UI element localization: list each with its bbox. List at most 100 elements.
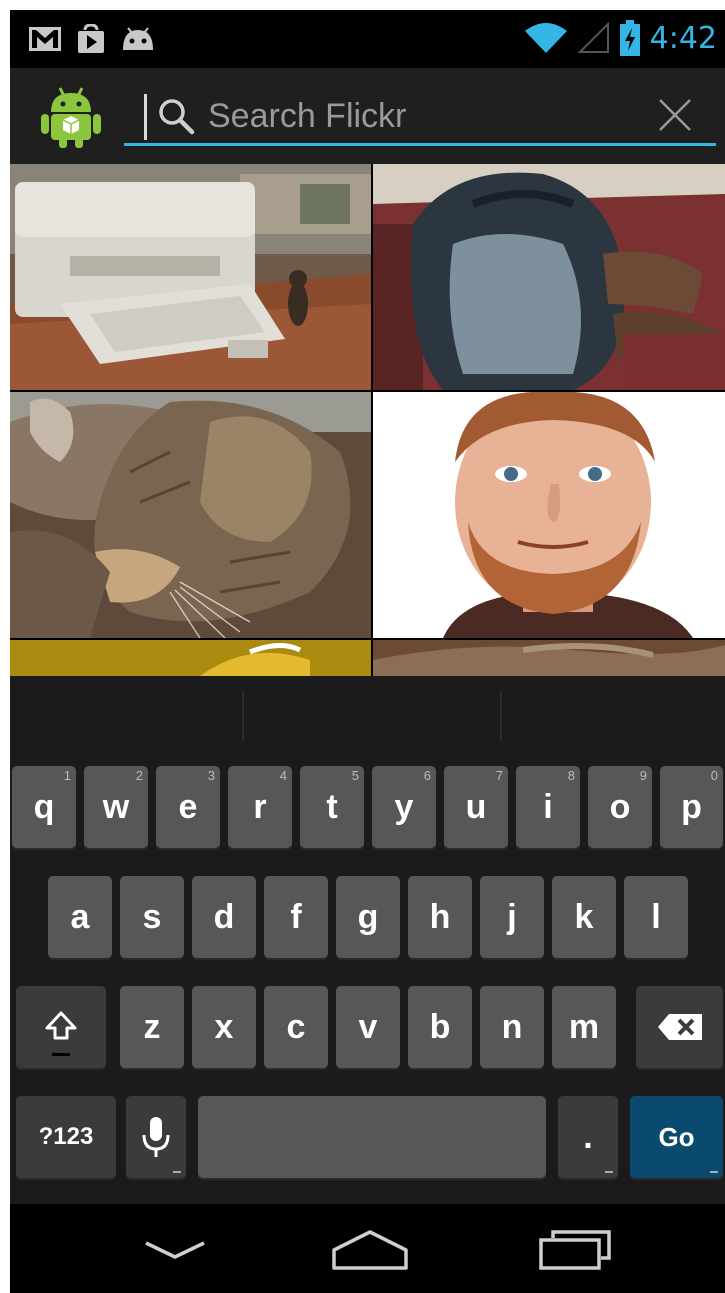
- key-l[interactable]: l: [624, 876, 688, 958]
- key-label: l: [651, 897, 661, 936]
- suggestion-strip: [10, 676, 725, 756]
- key-label: .: [583, 1117, 593, 1156]
- signal-icon: [577, 22, 609, 53]
- back-icon: [145, 1241, 205, 1259]
- photo-tile-man[interactable]: [373, 392, 725, 638]
- recent-apps-icon: [539, 1230, 611, 1270]
- key-label: x: [214, 1007, 234, 1046]
- key-a[interactable]: a: [48, 876, 112, 958]
- key-label: z: [143, 1007, 161, 1046]
- cat2-photo: [373, 640, 725, 676]
- key-label: u: [465, 787, 487, 826]
- shift-key[interactable]: [16, 986, 106, 1068]
- key-z[interactable]: z: [120, 986, 184, 1068]
- close-icon[interactable]: [656, 96, 694, 134]
- symbols-key[interactable]: ?123: [16, 1096, 116, 1178]
- key-label: i: [543, 787, 553, 826]
- key-q[interactable]: q1: [12, 766, 76, 848]
- key-d[interactable]: d: [192, 876, 256, 958]
- key-label: h: [429, 897, 451, 936]
- key-hint: 9: [639, 768, 647, 783]
- key-m[interactable]: m: [552, 986, 616, 1068]
- photo-grid: [10, 164, 725, 676]
- key-e[interactable]: e3: [156, 766, 220, 848]
- key-f[interactable]: f: [264, 876, 328, 958]
- key-label: m: [568, 1007, 600, 1046]
- recent-apps-button[interactable]: [530, 1222, 620, 1278]
- key-corner-mark: [710, 1171, 718, 1173]
- key-label: o: [609, 787, 631, 826]
- key-v[interactable]: v: [336, 986, 400, 1068]
- key-hint: 3: [207, 768, 215, 783]
- action-bar: [10, 68, 725, 164]
- key-u[interactable]: u7: [444, 766, 508, 848]
- key-t[interactable]: t5: [300, 766, 364, 848]
- key-o[interactable]: o9: [588, 766, 652, 848]
- wifi-icon: [524, 23, 567, 53]
- battery-charging-icon: [619, 20, 640, 56]
- key-r[interactable]: r4: [228, 766, 292, 848]
- key-label: f: [290, 897, 302, 936]
- key-corner-mark: [173, 1171, 181, 1173]
- search-icon: [159, 99, 195, 135]
- key-label: ?123: [38, 1123, 94, 1150]
- key-label: t: [326, 787, 338, 826]
- key-label: b: [429, 1007, 451, 1046]
- suggestion-divider: [242, 690, 244, 742]
- printer-photo: [10, 164, 371, 390]
- yellow-photo: [10, 640, 371, 676]
- go-key[interactable]: Go: [630, 1096, 723, 1178]
- key-x[interactable]: x: [192, 986, 256, 1068]
- key-label: s: [142, 897, 162, 936]
- search-field[interactable]: [124, 86, 716, 146]
- key-label: a: [70, 897, 90, 936]
- key-hint: 0: [710, 768, 718, 783]
- key-s[interactable]: s: [120, 876, 184, 958]
- home-button[interactable]: [325, 1222, 415, 1278]
- photo-tile-cat2[interactable]: [373, 640, 725, 676]
- key-corner-mark: [605, 1171, 613, 1173]
- key-label: g: [357, 897, 379, 936]
- play-store-icon: [78, 24, 104, 53]
- photo-tile-yellow[interactable]: [10, 640, 371, 676]
- key-n[interactable]: n: [480, 986, 544, 1068]
- key-i[interactable]: i8: [516, 766, 580, 848]
- key-label: y: [394, 787, 414, 826]
- photo-tile-backpack[interactable]: [373, 164, 725, 390]
- backspace-key[interactable]: [636, 986, 723, 1068]
- key-label: d: [213, 897, 235, 936]
- key-hint: 7: [495, 768, 503, 783]
- key-c[interactable]: c: [264, 986, 328, 1068]
- key-hint: 6: [423, 768, 431, 783]
- voice-input-key[interactable]: [126, 1096, 186, 1178]
- key-g[interactable]: g: [336, 876, 400, 958]
- key-label: q: [33, 787, 55, 826]
- key-label: r: [253, 787, 267, 826]
- shift-icon: [45, 1011, 77, 1040]
- photo-tile-cat[interactable]: [10, 392, 371, 638]
- key-hint: 8: [567, 768, 575, 783]
- key-hint: 4: [279, 768, 287, 783]
- suggestion-divider: [500, 690, 502, 742]
- search-input[interactable]: [208, 92, 628, 140]
- back-button[interactable]: [130, 1222, 220, 1278]
- key-label: c: [286, 1007, 306, 1046]
- key-hint: 1: [63, 768, 71, 783]
- home-icon: [332, 1230, 408, 1270]
- key-j[interactable]: j: [480, 876, 544, 958]
- key-k[interactable]: k: [552, 876, 616, 958]
- key-y[interactable]: y6: [372, 766, 436, 848]
- key-h[interactable]: h: [408, 876, 472, 958]
- device-screen: 4:42 Search Flickr q 1 w 2 e 3 r 4 t 5 y…: [10, 10, 725, 1293]
- key-label: n: [501, 1007, 523, 1046]
- key-label: w: [102, 787, 130, 826]
- key-w[interactable]: w2: [84, 766, 148, 848]
- key-p[interactable]: p0: [660, 766, 723, 848]
- key-b[interactable]: b: [408, 986, 472, 1068]
- period-key[interactable]: .: [558, 1096, 618, 1178]
- android-app-icon[interactable]: [38, 84, 104, 150]
- space-key[interactable]: [198, 1096, 546, 1178]
- photo-tile-printer[interactable]: [10, 164, 371, 390]
- backpack-photo: [373, 164, 725, 390]
- key-hint: 2: [135, 768, 143, 783]
